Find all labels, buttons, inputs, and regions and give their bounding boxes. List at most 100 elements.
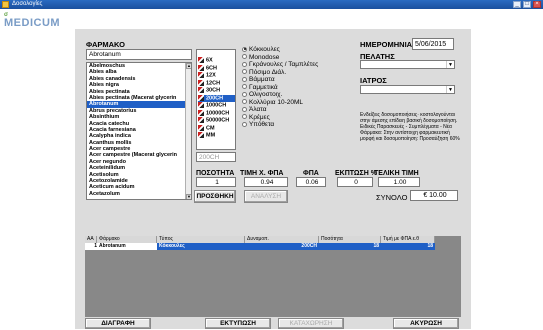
grid-cell[interactable]: 200CH — [245, 243, 319, 250]
items-grid[interactable]: ΑΑ Φάρμακο Τύπος Δυναμοπ. Ποσότητα Τιμή με ΦΠ… — [85, 236, 461, 317]
farmako-list[interactable]: Abelmoschus Abies alba Abies canadensis Abi… — [86, 62, 192, 200]
form-radio-label: Πόσιμο Διάλ. — [249, 68, 287, 76]
print-button[interactable]: ΕΚΤΥΠΩΣΗ — [205, 318, 271, 329]
discount-field[interactable]: 0 — [337, 177, 373, 187]
analysis-button[interactable]: ΑΝΑΛΥΣΗ — [244, 190, 288, 203]
radio-icon[interactable] — [242, 121, 247, 127]
radio-icon[interactable] — [242, 54, 247, 60]
radio-icon[interactable] — [242, 76, 247, 82]
potency-item[interactable]: 200CH — [198, 94, 235, 102]
qty-field[interactable]: 1 — [196, 177, 236, 187]
form-radio[interactable]: Γκράνουλες / Ταμπλέτες — [242, 61, 342, 69]
close-button[interactable]: × — [533, 1, 541, 8]
save-button[interactable]: ΚΑΤΑΧΩΡΗΣΗ — [278, 318, 344, 329]
form-radio-label: Γαμμετικά — [249, 83, 278, 91]
potency-icon — [198, 87, 204, 93]
radio-icon[interactable] — [242, 106, 247, 112]
form-radio[interactable]: Άλατα — [242, 106, 342, 114]
scroll-up-icon[interactable]: ▲ — [186, 63, 191, 69]
form-radio-label: Κόκκουλες — [249, 46, 280, 53]
form-radio[interactable]: Κολλύρια 10-20ML — [242, 99, 342, 107]
chevron-down-icon[interactable]: ▼ — [446, 61, 454, 68]
potency-icon — [198, 124, 204, 131]
list-item[interactable]: Acetazolum — [87, 191, 185, 197]
form-radio-label: Άλατα — [249, 106, 267, 113]
discount-label: ΕΚΠΤΩΣΗ % — [335, 170, 377, 177]
potency-item[interactable]: 12X — [198, 72, 235, 80]
date-field[interactable]: 5/06/2015 — [412, 38, 454, 50]
client-select[interactable]: ▼ — [360, 60, 455, 69]
potency-item[interactable]: 12CH — [198, 79, 235, 88]
price-field[interactable]: 0.94 — [244, 177, 288, 187]
radio-icon[interactable] — [242, 69, 247, 75]
grid-cell[interactable]: 1 — [85, 243, 97, 250]
final-price-field[interactable]: 1.00 — [378, 177, 420, 187]
form-radio[interactable]: Κόκκουλες — [242, 46, 342, 54]
grid-header[interactable]: Τιμή με ΦΠΑ ε.θ — [381, 236, 435, 243]
form-radio[interactable]: Monodose — [242, 54, 342, 62]
chevron-down-icon[interactable]: ▼ — [446, 86, 454, 93]
form-radio[interactable]: Γαμμετικά — [242, 84, 342, 92]
vat-field[interactable]: 0.06 — [296, 177, 326, 187]
potency-label: CM — [206, 124, 215, 131]
potency-icon — [198, 79, 204, 86]
title-bar: Δοσολογίες — [0, 0, 543, 9]
grid-header[interactable]: Ποσότητα — [319, 236, 381, 243]
potency-item[interactable]: 1000CH — [198, 102, 235, 110]
potency-item[interactable]: CM — [198, 124, 235, 133]
total-field: € 10.00 — [410, 190, 458, 201]
farmako-scrollbar[interactable]: ▲ ▼ — [185, 63, 191, 199]
list-item[interactable]: Acer campestre (Macerat glycerin — [87, 152, 185, 158]
radio-icon[interactable] — [242, 114, 247, 120]
potency-item[interactable]: 6X — [198, 57, 235, 65]
radio-icon[interactable] — [242, 99, 247, 105]
potency-icon — [198, 72, 204, 78]
potency-icon — [198, 94, 204, 101]
potency-label: 6CH — [206, 64, 218, 71]
potency-item[interactable]: 6CH — [198, 64, 235, 73]
potency-label: 6X — [206, 57, 213, 64]
radio-icon[interactable] — [242, 84, 247, 90]
form-radio[interactable]: Υπόθετα — [242, 121, 342, 129]
radio-icon[interactable] — [242, 91, 247, 97]
form-radio[interactable]: Πόσιμο Διάλ. — [242, 69, 342, 77]
medicum-logo: σ MEDICUM — [4, 10, 64, 29]
grid-cell[interactable]: Abrotanum — [97, 243, 157, 250]
grid-cell[interactable]: Κόκκουλες — [157, 243, 245, 250]
grid-header[interactable]: Φάρμακο — [97, 236, 157, 243]
logo-text: MEDICUM — [4, 17, 61, 29]
grid-cell[interactable]: 18 — [319, 243, 381, 250]
potency-item[interactable]: 10000CH — [198, 109, 235, 118]
potency-icon — [198, 64, 204, 71]
qty-label: ΠΟΣΟΤΗΤΑ — [196, 170, 235, 177]
scroll-down-icon[interactable]: ▼ — [186, 194, 191, 199]
add-button[interactable]: ΠΡΟΣΘΗΚΗ — [194, 190, 236, 203]
potency-label: 12X — [206, 72, 216, 79]
vat-label: ΦΠΑ — [303, 170, 319, 177]
maximize-button[interactable]: □ — [523, 1, 531, 8]
farmako-input[interactable]: Abrotanum — [86, 49, 192, 60]
potency-item[interactable]: 30CH — [198, 87, 235, 95]
form-radio[interactable]: Ολιγοστοιχ. — [242, 91, 342, 99]
form-radio[interactable]: Βάμματα — [242, 76, 342, 84]
radio-icon[interactable] — [242, 61, 247, 67]
form-radio-label: Ολιγοστοιχ. — [249, 91, 283, 98]
grid-cell[interactable]: 18 — [381, 243, 435, 250]
minimize-button[interactable]: _ — [513, 1, 521, 8]
potency-item[interactable]: 50000CH — [198, 117, 235, 125]
potency-list[interactable]: 6X 6CH 12X 12CH 30CH 200CH 1000CH 10000CH 50000C… — [196, 49, 236, 150]
dosage-note: Ενδείξεις δοσομοποιήσεις· κοστολογούνται… — [360, 112, 460, 142]
delete-button[interactable]: ΔΙΑΓΡΑΦΗ — [85, 318, 151, 329]
potency-current[interactable]: 200CH — [196, 152, 236, 162]
doctor-select[interactable]: ▼ — [360, 85, 455, 94]
farmako-label: ΦΑΡΜΑΚΟ — [86, 40, 125, 49]
grid-header[interactable]: Δυναμοπ. — [245, 236, 319, 243]
grid-header[interactable]: Τύπος — [157, 236, 245, 243]
potency-label: MM — [206, 132, 216, 139]
cancel-button[interactable]: ΑΚΥΡΩΣΗ — [393, 318, 459, 329]
radio-icon[interactable] — [242, 46, 247, 52]
form-radio[interactable]: Κρέμες — [242, 114, 342, 122]
grid-header[interactable]: ΑΑ — [85, 236, 97, 243]
form-radio-label: Κρέμες — [249, 113, 270, 121]
potency-item[interactable]: MM — [198, 132, 235, 140]
